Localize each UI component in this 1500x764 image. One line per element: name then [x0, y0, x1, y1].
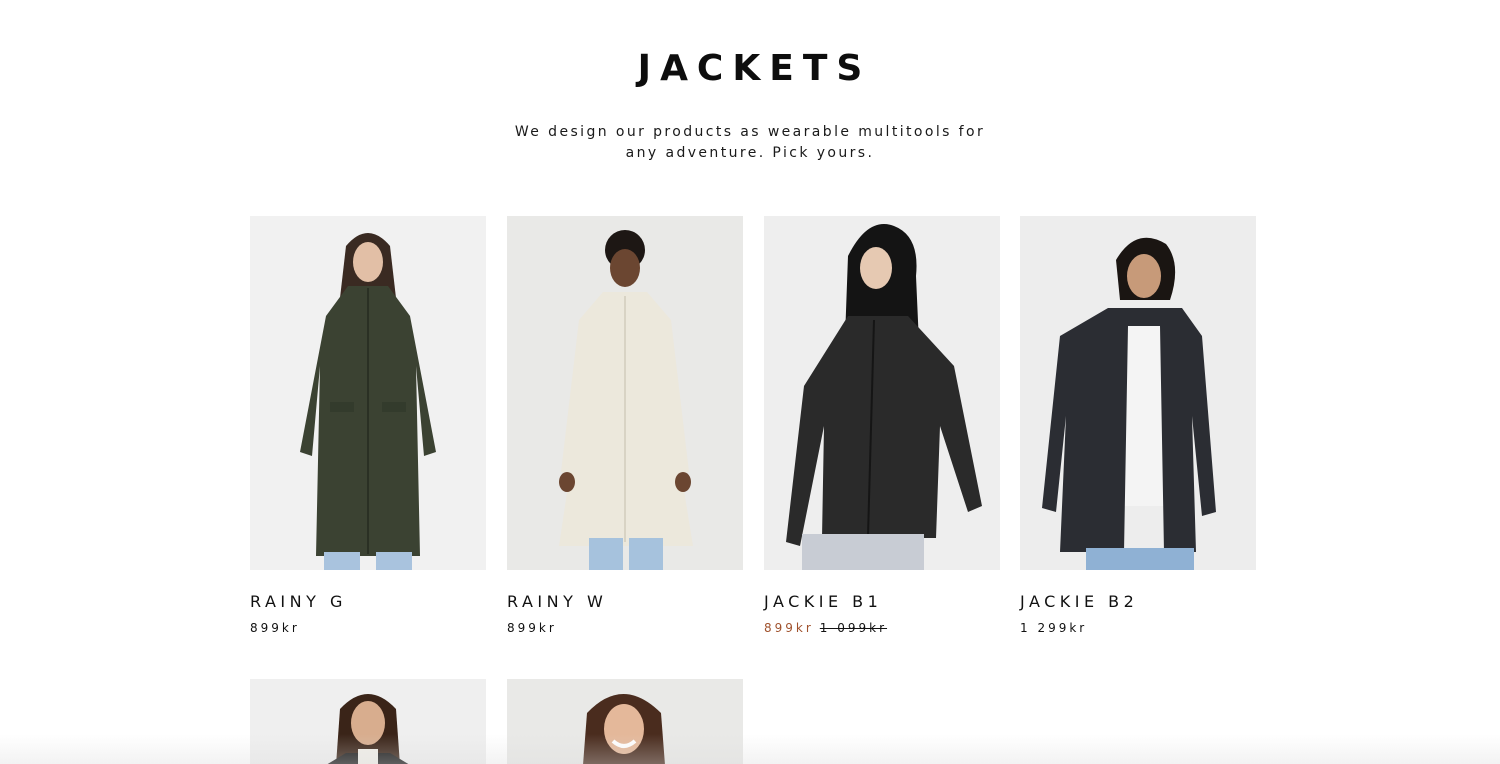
product-original-price: 1 099kr — [819, 621, 888, 635]
product-price-row: 899kr 1 099kr — [764, 620, 1000, 636]
collection-description: We design our products as wearable multi… — [514, 124, 986, 161]
bottom-fade — [0, 734, 1500, 764]
product-image[interactable] — [250, 679, 486, 764]
product-sale-price: 899kr — [764, 621, 814, 635]
page-title: JACKETS — [637, 48, 872, 89]
product-image[interactable] — [507, 216, 743, 570]
product-image[interactable] — [250, 216, 486, 570]
product-card[interactable] — [507, 679, 743, 764]
product-price-row: 1 299kr — [1020, 620, 1256, 636]
product-price-row: 899kr — [250, 620, 486, 636]
product-card[interactable] — [250, 679, 486, 764]
product-card[interactable]: RAINY W 899kr — [507, 216, 743, 636]
product-card[interactable]: RAINY G 899kr — [250, 216, 486, 636]
collection-header: JACKETS — [0, 46, 1500, 92]
product-price-row: 899kr — [507, 620, 743, 636]
product-name[interactable]: RAINY W — [507, 592, 743, 612]
product-listing-page: JACKETS We design our products as wearab… — [0, 0, 1500, 764]
product-image[interactable] — [1020, 216, 1256, 570]
product-image[interactable] — [507, 679, 743, 764]
product-price: 899kr — [250, 621, 300, 635]
product-price: 899kr — [507, 621, 557, 635]
product-image[interactable] — [764, 216, 1000, 570]
product-name[interactable]: JACKIE B1 — [764, 592, 1000, 612]
product-name[interactable]: JACKIE B2 — [1020, 592, 1256, 612]
product-name[interactable]: RAINY G — [250, 592, 486, 612]
product-price: 1 299kr — [1020, 621, 1088, 635]
product-card[interactable]: JACKIE B1 899kr 1 099kr — [764, 216, 1000, 636]
product-card[interactable]: JACKIE B2 1 299kr — [1020, 216, 1256, 636]
